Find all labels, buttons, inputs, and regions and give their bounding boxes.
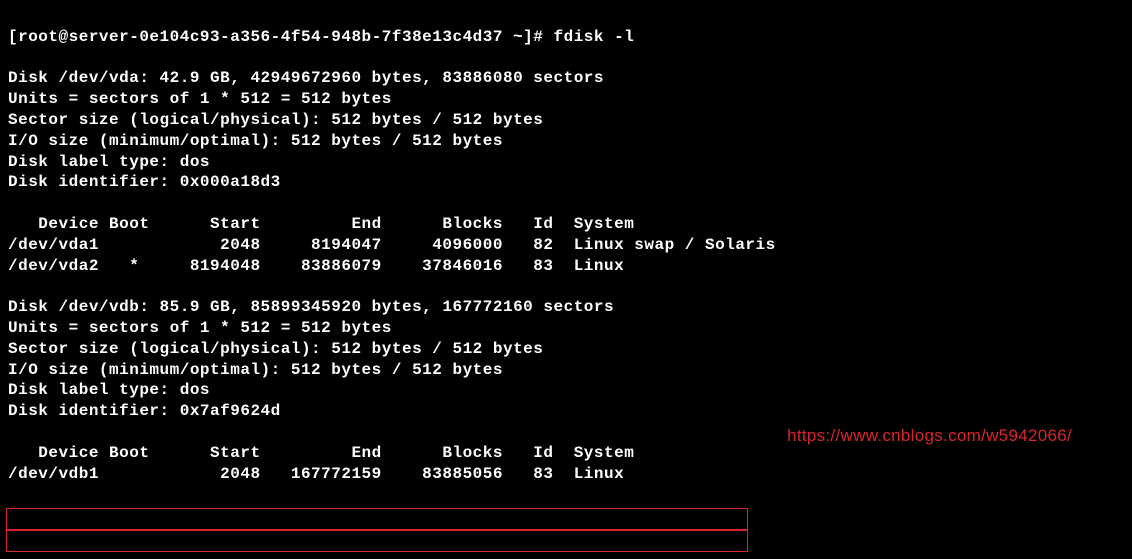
partition-table2-header: Device Boot Start End Blocks Id System [8,444,634,462]
disk2-label-type: Disk label type: dos [8,381,210,399]
partition-table1-row: /dev/vda1 2048 8194047 4096000 82 Linux … [8,236,776,254]
disk1-units: Units = sectors of 1 * 512 = 512 bytes [8,90,392,108]
disk2-identifier: Disk identifier: 0x7af9624d [8,402,281,420]
partition-table2-row: /dev/vdb1 2048 167772159 83885056 83 Lin… [8,465,624,483]
disk2-io-size: I/O size (minimum/optimal): 512 bytes / … [8,361,503,379]
disk1-header: Disk /dev/vda: 42.9 GB, 42949672960 byte… [8,69,604,87]
disk1-label-type: Disk label type: dos [8,153,210,171]
partition-table1-header: Device Boot Start End Blocks Id System [8,215,634,233]
disk1-io-size: I/O size (minimum/optimal): 512 bytes / … [8,132,503,150]
disk1-sector-size: Sector size (logical/physical): 512 byte… [8,111,543,129]
watermark-url: https://www.cnblogs.com/w5942066/ [787,425,1072,447]
command-prompt-line: [root@server-0e104c93-a356-4f54-948b-7f3… [8,28,634,46]
disk2-header: Disk /dev/vdb: 85.9 GB, 85899345920 byte… [8,298,614,316]
disk1-identifier: Disk identifier: 0x000a18d3 [8,173,281,191]
highlight-box [6,530,748,552]
partition-table1-row: /dev/vda2 * 8194048 83886079 37846016 83… [8,257,624,275]
terminal-output: [root@server-0e104c93-a356-4f54-948b-7f3… [8,6,1124,484]
highlight-box [6,508,748,530]
disk2-sector-size: Sector size (logical/physical): 512 byte… [8,340,543,358]
disk2-units: Units = sectors of 1 * 512 = 512 bytes [8,319,392,337]
